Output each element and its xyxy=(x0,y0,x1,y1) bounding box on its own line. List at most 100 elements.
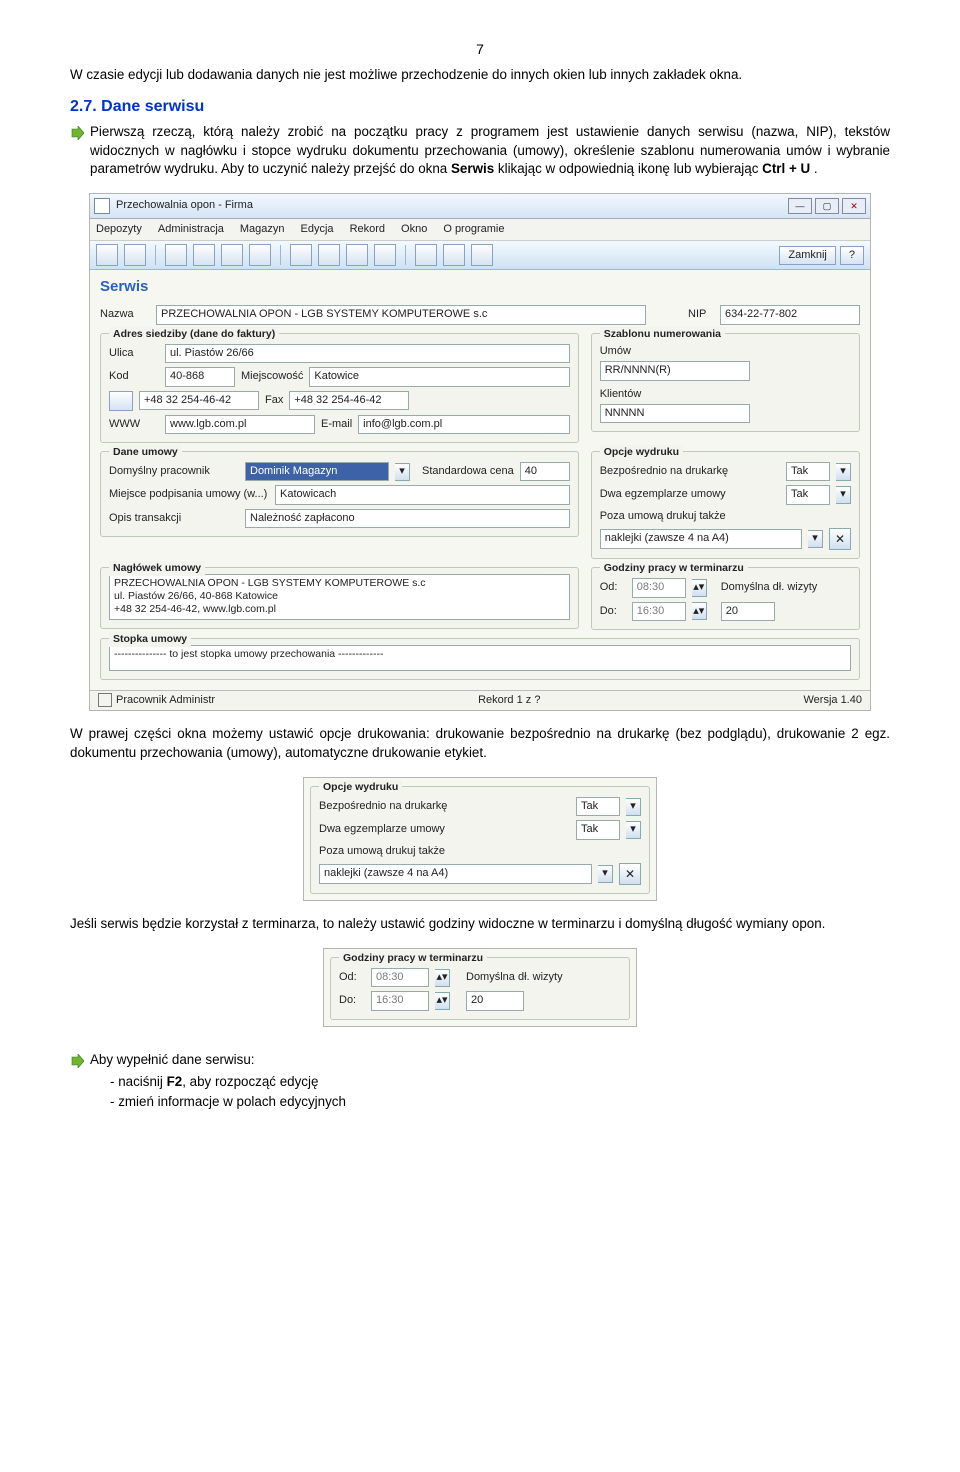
menu-rekord[interactable]: Rekord xyxy=(348,221,387,238)
dwa-label: Dwa egzemplarze umowy xyxy=(319,822,570,837)
bezp-field[interactable]: Tak xyxy=(786,462,830,481)
menu-administracja[interactable]: Administracja xyxy=(156,221,226,238)
group-opcjewydruku: Opcje wydruku Bezpośrednio na drukarkęTa… xyxy=(591,451,860,559)
menu-okno[interactable]: Okno xyxy=(399,221,429,238)
poza-field[interactable]: naklejki (zawsze 4 na A4) xyxy=(319,864,592,883)
dropdown-icon[interactable]: ▾ xyxy=(598,865,613,883)
dwa-label: Dwa egzemplarze umowy xyxy=(600,487,780,502)
text-bold: F2 xyxy=(167,1074,183,1089)
maximize-icon[interactable]: ▢ xyxy=(815,198,839,214)
email-field[interactable]: info@lgb.com.pl xyxy=(358,415,570,434)
tool-icon[interactable] xyxy=(249,244,271,266)
dl-field[interactable]: 20 xyxy=(466,991,524,1010)
dropdown-icon[interactable]: ▾ xyxy=(836,486,851,504)
dwa-field[interactable]: Tak xyxy=(576,820,620,839)
stdcena-label: Standardowa cena xyxy=(422,464,514,479)
close-button[interactable]: Zamknij xyxy=(779,246,836,265)
od-label: Od: xyxy=(339,970,365,985)
tool-icon[interactable] xyxy=(96,244,118,266)
stopka-field[interactable]: --------------- to jest stopka umowy prz… xyxy=(109,645,851,671)
dl-label: Domyślna dł. wizyty xyxy=(721,580,818,595)
tool-icon[interactable] xyxy=(471,244,493,266)
group-label: Stopka umowy xyxy=(109,632,191,647)
email-label: E-mail xyxy=(321,417,352,432)
close-icon[interactable]: ✕ xyxy=(842,198,866,214)
dompracownik-field[interactable]: Dominik Magazyn xyxy=(245,462,389,481)
nav-first-icon[interactable] xyxy=(290,244,312,266)
umow-field[interactable]: RR/NNNN(R) xyxy=(600,361,750,380)
tel-field[interactable]: +48 32 254-46-42 xyxy=(139,391,259,410)
nav-prev-icon[interactable] xyxy=(318,244,340,266)
poza-field[interactable]: naklejki (zawsze 4 na A4) xyxy=(600,529,802,548)
www-field[interactable]: www.lgb.com.pl xyxy=(165,415,315,434)
stepper-icon[interactable]: ▴▾ xyxy=(435,992,450,1010)
dropdown-icon[interactable]: ▾ xyxy=(808,530,823,548)
dl-field[interactable]: 20 xyxy=(721,602,775,621)
menu-edycja[interactable]: Edycja xyxy=(299,221,336,238)
minimize-icon[interactable]: — xyxy=(788,198,812,214)
do-label: Do: xyxy=(339,993,365,1008)
tool-icon[interactable] xyxy=(165,244,187,266)
separator xyxy=(405,245,406,265)
dropdown-icon[interactable]: ▾ xyxy=(395,463,410,481)
clear-icon[interactable]: ✕ xyxy=(619,863,641,885)
stepper-icon[interactable]: ▴▾ xyxy=(692,602,707,620)
fax-label: Fax xyxy=(265,393,283,408)
bezp-field[interactable]: Tak xyxy=(576,797,620,816)
od-field[interactable]: 08:30 xyxy=(371,968,429,987)
group-label: Godziny pracy w terminarzu xyxy=(339,951,487,966)
text: naciśnij xyxy=(118,1074,166,1089)
menu-oprogramie[interactable]: O programie xyxy=(441,221,506,238)
nav-last-icon[interactable] xyxy=(374,244,396,266)
do-label: Do: xyxy=(600,604,626,619)
klientow-field[interactable]: NNNNN xyxy=(600,404,750,423)
statusbar: Pracownik Administr Rekord 1 z ? Wersja … xyxy=(90,690,870,710)
group-szablon: Szablonu numerowania Umów RR/NNNN(R) Kli… xyxy=(591,333,860,433)
toolbar: Zamknij ? xyxy=(90,241,870,270)
nazwa-field[interactable]: PRZECHOWALNIA OPON - LGB SYSTEMY KOMPUTE… xyxy=(156,305,646,324)
screenshot-godziny: Godziny pracy w terminarzu Od: 08:30 ▴▾ … xyxy=(323,948,637,1027)
tool-icon[interactable] xyxy=(221,244,243,266)
paragraph-5: Aby wypełnić dane serwisu: xyxy=(90,1051,890,1070)
stepper-icon[interactable]: ▴▾ xyxy=(435,969,450,987)
od-label: Od: xyxy=(600,580,626,595)
paragraph-3: W prawej części okna możemy ustawić opcj… xyxy=(70,725,890,763)
ulica-field[interactable]: ul. Piastów 26/66 xyxy=(165,344,570,363)
menubar: Depozyty Administracja Magazyn Edycja Re… xyxy=(90,219,870,241)
tool-icon[interactable] xyxy=(415,244,437,266)
menu-depozyty[interactable]: Depozyty xyxy=(94,221,144,238)
separator xyxy=(280,245,281,265)
tool-icon[interactable] xyxy=(443,244,465,266)
phone-icon[interactable] xyxy=(109,391,133,411)
dwa-field[interactable]: Tak xyxy=(786,485,830,504)
dropdown-icon[interactable]: ▾ xyxy=(626,821,641,839)
status-left: Pracownik Administr xyxy=(98,693,215,708)
miejsce-field[interactable]: Katowicach xyxy=(275,485,570,504)
naglowek-field[interactable]: PRZECHOWALNIA OPON - LGB SYSTEMY KOMPUTE… xyxy=(109,574,570,619)
paragraph-4: Jeśli serwis będzie korzystał z terminar… xyxy=(70,915,890,934)
opis-field[interactable]: Należność zapłacono xyxy=(245,509,570,528)
tool-icon[interactable] xyxy=(193,244,215,266)
od-field[interactable]: 08:30 xyxy=(632,578,686,597)
heading-2-7: 2.7. Dane serwisu xyxy=(70,96,890,118)
nav-next-icon[interactable] xyxy=(346,244,368,266)
stepper-icon[interactable]: ▴▾ xyxy=(692,579,707,597)
fax-field[interactable]: +48 32 254-46-42 xyxy=(289,391,409,410)
kod-label: Kod xyxy=(109,369,159,384)
help-button[interactable]: ? xyxy=(840,246,864,265)
do-field[interactable]: 16:30 xyxy=(632,602,686,621)
nip-field[interactable]: 634-22-77-802 xyxy=(720,305,860,324)
klientow-label: Klientów xyxy=(600,387,642,402)
text: klikając w odpowiednią ikonę lub wybiera… xyxy=(498,161,762,176)
miejscowosc-field[interactable]: Katowice xyxy=(309,367,569,386)
menu-magazyn[interactable]: Magazyn xyxy=(238,221,287,238)
tool-icon[interactable] xyxy=(124,244,146,266)
clear-icon[interactable]: ✕ xyxy=(829,528,851,550)
window-title: Przechowalnia opon - Firma xyxy=(116,198,253,213)
kod-field[interactable]: 40-868 xyxy=(165,367,235,386)
opis-label: Opis transakcji xyxy=(109,511,239,526)
dropdown-icon[interactable]: ▾ xyxy=(836,463,851,481)
dropdown-icon[interactable]: ▾ xyxy=(626,798,641,816)
do-field[interactable]: 16:30 xyxy=(371,991,429,1010)
stdcena-field[interactable]: 40 xyxy=(520,462,570,481)
